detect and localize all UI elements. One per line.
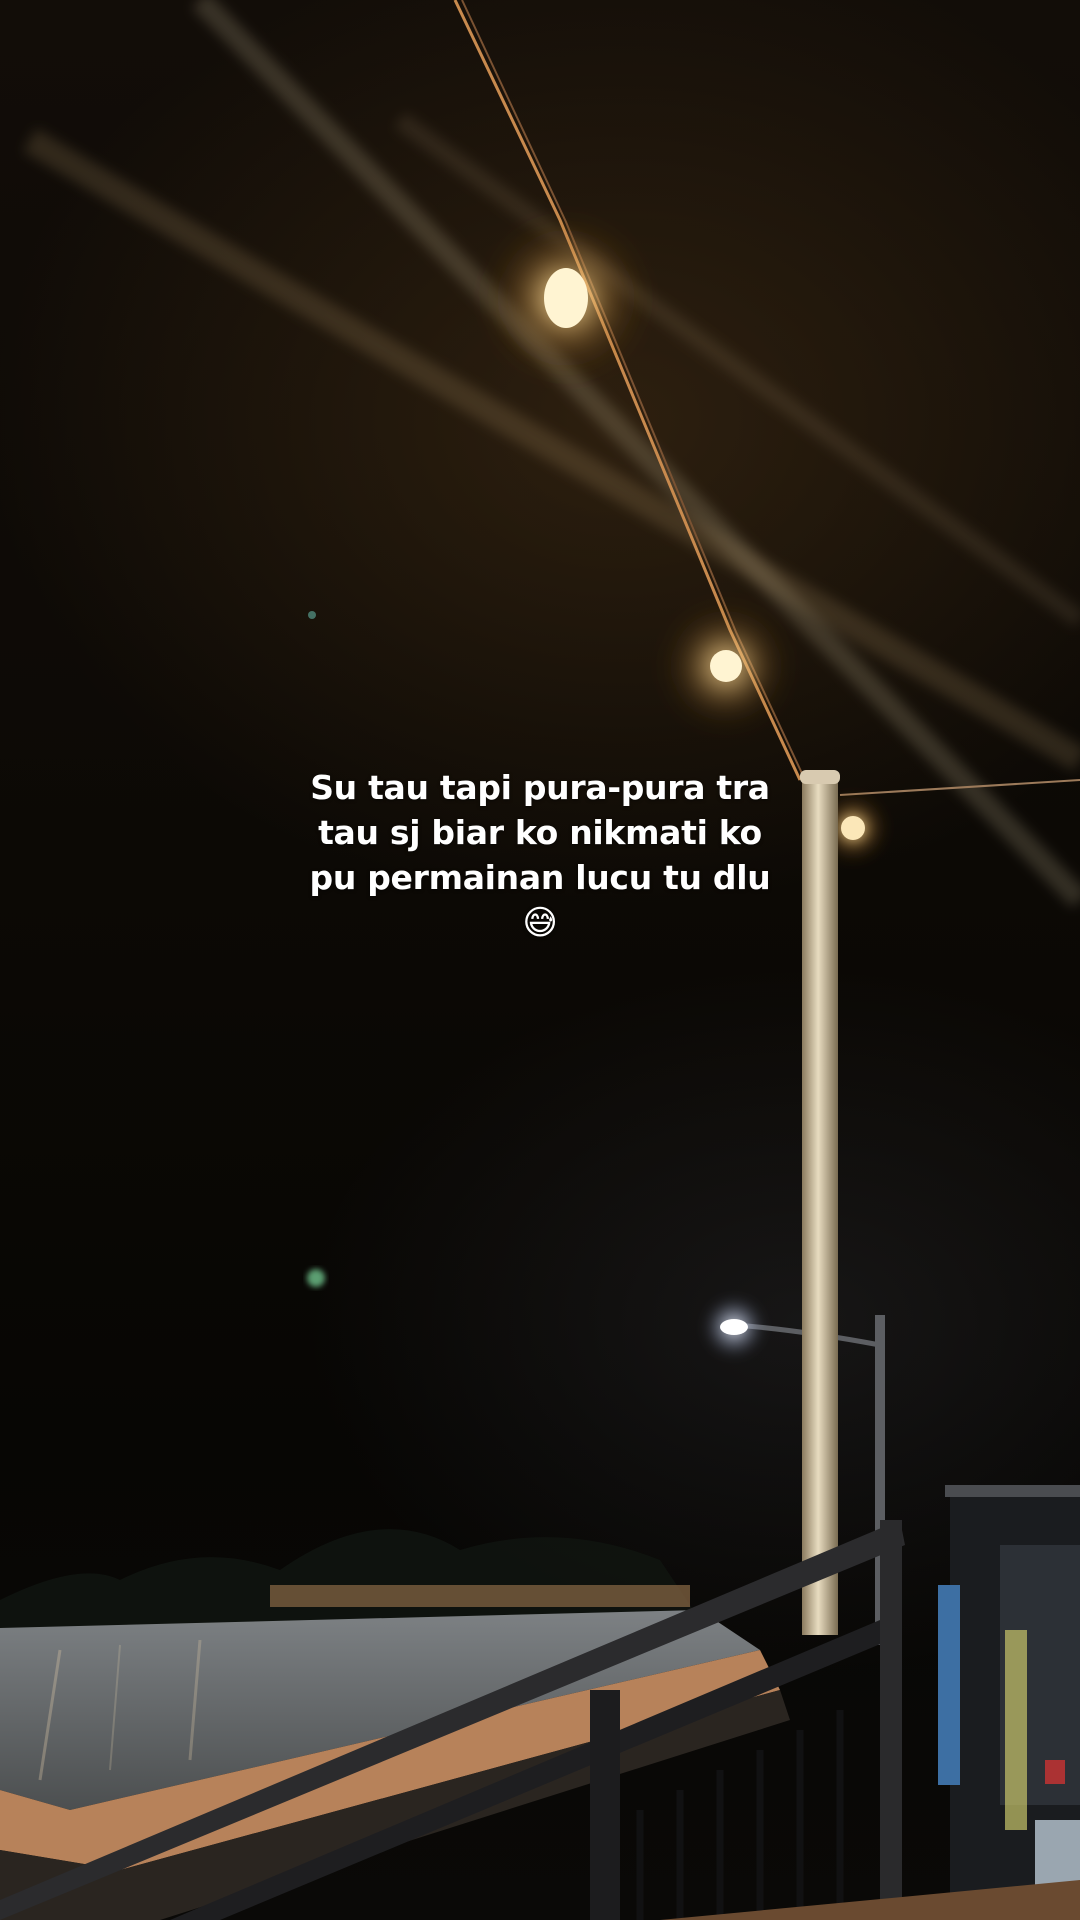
caption-line-1: Su tau tapi pura-pura tra (310, 768, 770, 807)
caption-line-2: tau sj biar ko nikmati ko (318, 813, 762, 852)
green-bokeh (307, 1269, 325, 1287)
sweat-smile-emoji-icon: 😅 (522, 903, 558, 943)
light-bulb-middle (666, 606, 786, 726)
neighbour-building (938, 1485, 1080, 1920)
night-photo (0, 0, 1080, 1920)
light-bulb-upper (486, 218, 646, 378)
caption-line-3: pu permainan lucu tu dlu (309, 858, 771, 897)
light-pole (800, 770, 840, 1635)
night-photo-scene: Su tau tapi pura-pura tra tau sj biar ko… (0, 0, 1080, 1920)
cyan-bokeh (308, 611, 316, 619)
story-caption: Su tau tapi pura-pura tra tau sj biar ko… (290, 765, 790, 946)
